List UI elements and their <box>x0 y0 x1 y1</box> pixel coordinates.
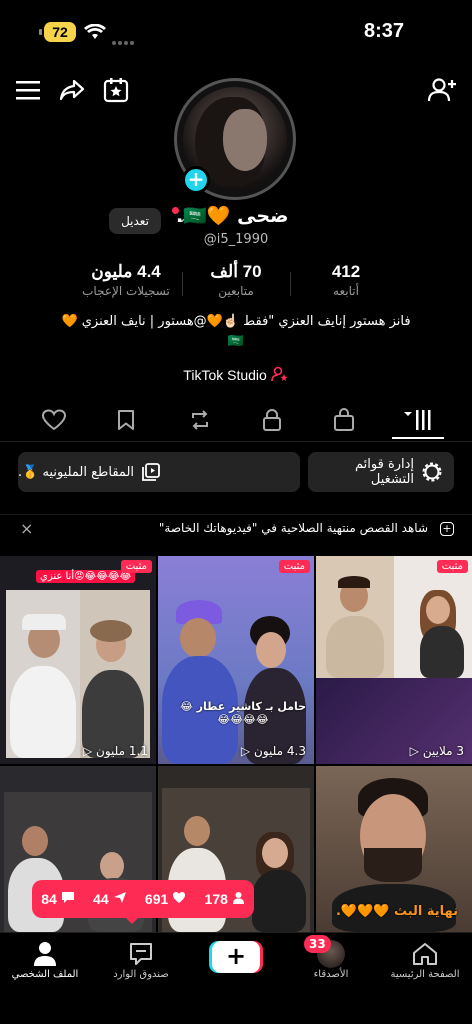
bottom-nav: الملف الشخصي صندوق الوارد + الأصدقاء 33 … <box>0 932 472 1024</box>
status-bar: 72 8:37 <box>0 0 472 64</box>
video-tile[interactable]: 😂😂😂😂😡أنا عنزي مثبت 1.1 مليون ▷ <box>0 556 156 764</box>
shares-stat: 44 <box>93 891 126 907</box>
add-story-icon[interactable]: + <box>182 166 210 194</box>
viewers-stat: 178 <box>205 891 245 907</box>
tab-liked[interactable] <box>34 404 74 436</box>
tab-videos[interactable] <box>392 404 444 439</box>
repost-icon <box>192 410 208 430</box>
nav-home[interactable]: الصفحة الرئيسية <box>380 939 470 980</box>
nav-profile[interactable]: الملف الشخصي <box>0 939 90 980</box>
view-count: 4.3 مليون ▷ <box>240 744 306 758</box>
clock: 8:37 <box>363 20 404 42</box>
bag-icon <box>334 408 354 431</box>
profile-name: ضحى 🧡🇸🇦. <box>176 205 289 227</box>
bio: فانز هستور إنايف العنزي "فقط ☝🏻🧡@هستور |… <box>61 314 411 349</box>
tab-shop[interactable] <box>324 404 364 436</box>
followers-stat[interactable]: 70 ألف متابعين <box>196 262 276 298</box>
settings-icon <box>422 462 442 482</box>
grid-icon <box>404 410 431 430</box>
person-icon <box>232 892 244 904</box>
pinned-badge: مثبت <box>278 560 310 573</box>
pinned-badge: مثبت <box>120 560 152 573</box>
signal-icon <box>112 30 136 49</box>
profile-tabs <box>0 400 472 442</box>
likes-stat: 4.4 مليون تسجيلات الإعجاب <box>82 262 170 298</box>
heart-icon <box>42 409 66 431</box>
video-tile[interactable]: حامل بـ كاشير عطار 😂😂😂😂😂 مثبت 4.3 مليون ▷ <box>158 556 314 764</box>
wifi-icon <box>84 24 106 39</box>
pinned-badge: مثبت <box>436 560 468 573</box>
million-clips-playlist-button[interactable]: المقاطع المليونيه 🥇. <box>18 452 300 492</box>
edit-profile-button[interactable]: تعديل <box>109 208 161 234</box>
video-caption: حامل بـ كاشير عطار 😂😂😂😂😂 <box>179 700 307 726</box>
view-count: 1.1 مليون ▷ <box>82 744 148 758</box>
manage-playlists-button[interactable]: إدارة قوائم التشغيل <box>308 452 454 492</box>
video-caption: 😂😂😂😂😡أنا عنزي <box>36 570 136 583</box>
tab-reposts[interactable] <box>180 404 220 436</box>
comments-stat: 84 <box>41 891 74 907</box>
view-count: 3 ملايين ▷ <box>409 744 464 758</box>
home-icon <box>413 943 437 965</box>
video-caption: نهاية البث 🧡🧡🧡. <box>335 904 459 919</box>
divider <box>182 272 183 296</box>
live-stats-bubble[interactable]: 84 44 691 178 <box>32 880 254 918</box>
nav-friends[interactable]: الأصدقاء <box>286 939 376 980</box>
profile-icon <box>34 942 56 966</box>
studio-icon <box>270 366 288 382</box>
share-icon[interactable] <box>54 72 90 108</box>
inbox-icon <box>130 943 152 965</box>
divider <box>290 272 291 296</box>
heart-icon <box>173 892 186 903</box>
tab-private[interactable] <box>252 404 292 436</box>
bookmark-icon <box>118 410 134 430</box>
close-icon[interactable]: × <box>20 519 33 538</box>
stories-notice[interactable]: + شاهد القصص منتهية الصلاحية في "فيديوها… <box>0 514 472 546</box>
plus-box-icon: + <box>440 522 454 536</box>
video-tile[interactable]: نهاية البث 🧡🧡🧡. <box>316 766 472 932</box>
create-button[interactable]: + <box>212 941 260 973</box>
bubble-tail <box>124 916 140 924</box>
menu-icon[interactable] <box>10 72 46 108</box>
friends-badge: 33 <box>304 935 331 953</box>
notice-text: شاهد القصص منتهية الصلاحية في "فيديوهاتك… <box>158 521 428 535</box>
comment-icon <box>61 892 74 903</box>
battery-indicator: 72 <box>39 22 76 42</box>
lock-icon <box>263 409 281 431</box>
add-friend-icon[interactable] <box>424 72 460 108</box>
send-icon <box>113 892 126 903</box>
playlist-icon <box>142 463 160 481</box>
likes-stat: 691 <box>145 891 186 907</box>
tab-favorites[interactable] <box>106 404 146 436</box>
username: @i5_1990 <box>203 232 269 247</box>
nav-inbox[interactable]: صندوق الوارد <box>96 939 186 980</box>
following-stat[interactable]: 412 أتابعه <box>306 262 386 298</box>
video-tile[interactable]: مثبت 3 ملايين ▷ <box>316 556 472 764</box>
profile-name-row: تعديل ⌄ ضحى 🧡🇸🇦. <box>0 204 472 234</box>
tiktok-studio-link[interactable]: TikTok Studio <box>0 366 472 383</box>
calendar-star-icon[interactable] <box>98 72 134 108</box>
